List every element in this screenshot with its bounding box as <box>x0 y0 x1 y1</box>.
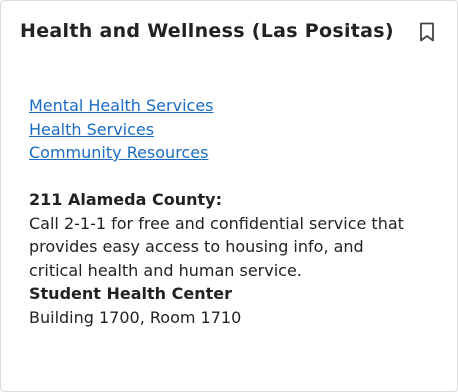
card-title: Health and Wellness (Las Positas) <box>20 20 394 42</box>
resource-links: Mental Health Services Health Services C… <box>29 94 214 165</box>
health-services-link[interactable]: Health Services <box>29 118 214 142</box>
bookmark-icon[interactable] <box>419 22 435 42</box>
health-center-heading: Student Health Center <box>29 284 232 304</box>
health-center-location: Building 1700, Room 1710 <box>29 307 242 327</box>
community-resources-link[interactable]: Community Resources <box>29 141 214 165</box>
resource-card: Health and Wellness (Las Positas) Mental… <box>0 0 458 392</box>
card-body: 211 Alameda County: Call 2-1-1 for free … <box>29 188 419 330</box>
county-heading: 211 Alameda County: <box>29 190 222 209</box>
mental-health-services-link[interactable]: Mental Health Services <box>29 94 214 118</box>
county-description: Call 2-1-1 for free and confidential ser… <box>29 213 404 280</box>
